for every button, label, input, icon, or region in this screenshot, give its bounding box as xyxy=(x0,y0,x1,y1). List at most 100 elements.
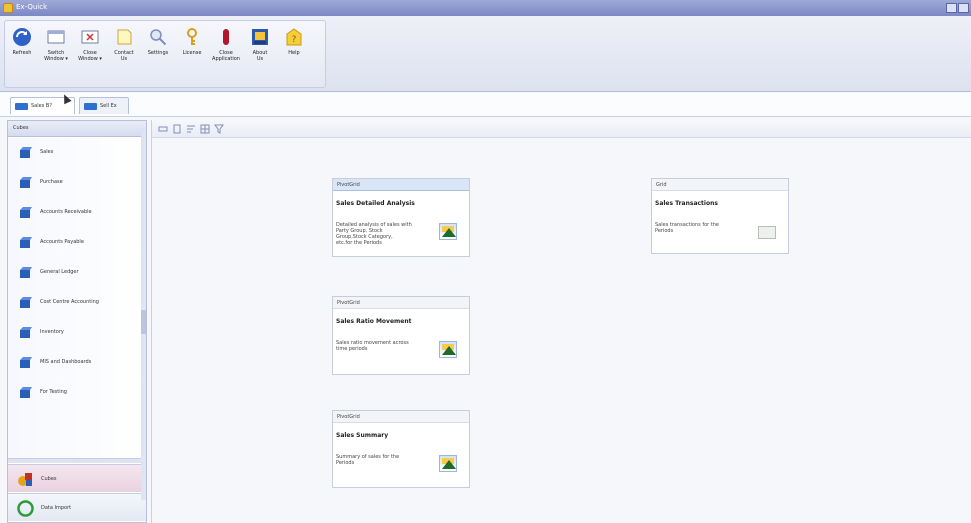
pivot-chart-icon xyxy=(439,341,457,358)
report-card-sales-summary[interactable]: PivotGrid Sales Summary Summary of sales… xyxy=(332,410,470,488)
contact-us-label: Contact Us xyxy=(114,50,134,62)
license-button[interactable]: License xyxy=(177,27,207,67)
card-type: PivotGrid xyxy=(333,179,469,191)
card-description: Detailed analysis of sales with Party Gr… xyxy=(336,222,412,246)
sidebar-item-general-ledger[interactable]: General Ledger xyxy=(8,262,146,284)
grid-icon xyxy=(758,226,776,239)
nav-label: Data Import xyxy=(41,505,72,511)
license-label: License xyxy=(182,50,202,56)
sidebar-item-inventory[interactable]: Inventory xyxy=(8,322,146,344)
cube-icon xyxy=(20,207,32,218)
settings-button[interactable]: Settings xyxy=(143,27,173,67)
report-card-sales-ratio-movement[interactable]: PivotGrid Sales Ratio Movement Sales rat… xyxy=(332,296,470,375)
sidebar-item-label: General Ledger xyxy=(40,269,79,275)
contact-icon xyxy=(117,29,132,45)
sidebar-item-cost-centre-accounting[interactable]: Cost Centre Accounting xyxy=(8,292,146,314)
sidebar-item-accounts-payable[interactable]: Accounts Payable xyxy=(8,232,146,254)
sidebar-splitter[interactable] xyxy=(8,458,146,463)
cubes-nav-icon xyxy=(18,473,32,486)
cube-icon xyxy=(20,327,32,338)
report-card-sales-transactions[interactable]: Grid Sales Transactions Sales transactio… xyxy=(651,178,789,254)
card-type: Grid xyxy=(652,179,788,191)
card-type: PivotGrid xyxy=(333,297,469,309)
settings-icon xyxy=(150,29,167,46)
close-button[interactable] xyxy=(958,3,969,13)
card-description: Summary of sales for the Periods xyxy=(336,454,400,466)
cube-icon xyxy=(20,177,32,188)
document-tab-strip: Sales B? Sell Ex xyxy=(0,93,971,117)
tab-label: Sell Ex xyxy=(100,103,117,109)
filter-icon[interactable] xyxy=(214,124,224,134)
close-application-button[interactable]: Close Application xyxy=(211,27,241,67)
title-bar: Ex-Quick xyxy=(0,0,971,16)
switch-window-button[interactable]: Switch Window ▾ xyxy=(41,27,71,67)
svg-text:?: ? xyxy=(292,35,297,45)
ribbon: Refresh Switch Window ▾ Close Window ▾ C… xyxy=(0,16,971,92)
card-description: Sales transactions for the Periods xyxy=(655,222,720,234)
card-description: Sales ratio movement across time periods xyxy=(336,340,409,352)
report-tab-icon xyxy=(15,103,28,110)
help-icon: ? xyxy=(286,28,302,46)
card-title: Sales Ratio Movement xyxy=(336,318,412,325)
pivot-chart-icon xyxy=(439,455,457,472)
license-icon xyxy=(187,28,197,45)
sidebar-item-sales[interactable]: Sales xyxy=(8,142,146,164)
cube-icon xyxy=(20,237,32,248)
sidebar-item-purchase[interactable]: Purchase xyxy=(8,172,146,194)
close-window-button[interactable]: Close Window ▾ xyxy=(75,27,105,67)
view-icon[interactable] xyxy=(158,124,168,134)
close-window-label: Close Window ▾ xyxy=(78,50,102,62)
card-type: PivotGrid xyxy=(333,411,469,423)
main-pane: PivotGrid Sales Detailed Analysis Detail… xyxy=(151,120,971,523)
sidebar-item-label: Purchase xyxy=(40,179,63,185)
window-title: Ex-Quick xyxy=(16,3,48,11)
export-icon[interactable] xyxy=(200,124,210,134)
pivot-chart-icon xyxy=(439,223,457,240)
cube-icon xyxy=(20,297,32,308)
help-button[interactable]: ? Help xyxy=(279,27,309,67)
sidebar-item-label: Inventory xyxy=(40,329,64,335)
sidebar-item-label: Cost Centre Accounting xyxy=(40,299,99,305)
nav-cubes[interactable]: Cubes xyxy=(8,464,146,492)
sort-icon[interactable] xyxy=(186,124,196,134)
print-icon[interactable] xyxy=(172,124,182,134)
close-application-icon xyxy=(223,29,229,45)
cube-list: Sales Purchase Accounts Receivable Accou… xyxy=(8,138,146,458)
about-us-label: About Us xyxy=(252,50,268,62)
report-card-sales-detailed-analysis[interactable]: PivotGrid Sales Detailed Analysis Detail… xyxy=(332,178,470,257)
data-import-icon xyxy=(17,500,34,517)
tab-label: Sales B? xyxy=(31,103,52,109)
switch-window-label: Switch Window ▾ xyxy=(44,50,68,62)
refresh-icon xyxy=(13,28,31,46)
refresh-button[interactable]: Refresh xyxy=(7,27,37,67)
report-tab-icon xyxy=(84,103,97,110)
cube-icon xyxy=(20,267,32,278)
sidebar-item-label: Accounts Payable xyxy=(40,239,84,245)
switch-window-icon xyxy=(47,30,65,44)
card-title: Sales Detailed Analysis xyxy=(336,200,415,207)
report-toolbar xyxy=(152,120,971,138)
sidebar-item-for-testing[interactable]: For Testing xyxy=(8,382,146,404)
about-icon xyxy=(252,29,268,45)
sidebar-scroll-thumb[interactable] xyxy=(141,310,146,334)
cube-icon xyxy=(20,357,32,368)
sidebar-item-label: Sales xyxy=(40,149,54,155)
about-us-button[interactable]: About Us xyxy=(245,27,275,67)
cube-icon xyxy=(20,387,32,398)
sidebar-item-label: Accounts Receivable xyxy=(40,209,92,215)
nav-data-import[interactable]: Data Import xyxy=(8,493,146,521)
refresh-label: Refresh xyxy=(12,50,32,56)
cube-icon xyxy=(20,147,32,158)
close-application-label: Close Application xyxy=(212,50,240,62)
ribbon-group: Refresh Switch Window ▾ Close Window ▾ C… xyxy=(4,20,326,88)
sidebar-item-accounts-receivable[interactable]: Accounts Receivable xyxy=(8,202,146,224)
close-window-icon xyxy=(81,30,99,44)
contact-us-button[interactable]: Contact Us xyxy=(109,27,139,67)
help-label: Help xyxy=(288,50,300,56)
tab-sell-report[interactable]: Sell Ex xyxy=(79,97,129,114)
settings-label: Settings xyxy=(147,50,169,56)
sidebar: Cubes Sales Purchase Accounts Receivable… xyxy=(7,120,147,523)
app-icon xyxy=(3,3,13,13)
maximize-button[interactable] xyxy=(946,3,957,13)
sidebar-item-mis-and-dashboards[interactable]: MIS and Dashboards xyxy=(8,352,146,374)
